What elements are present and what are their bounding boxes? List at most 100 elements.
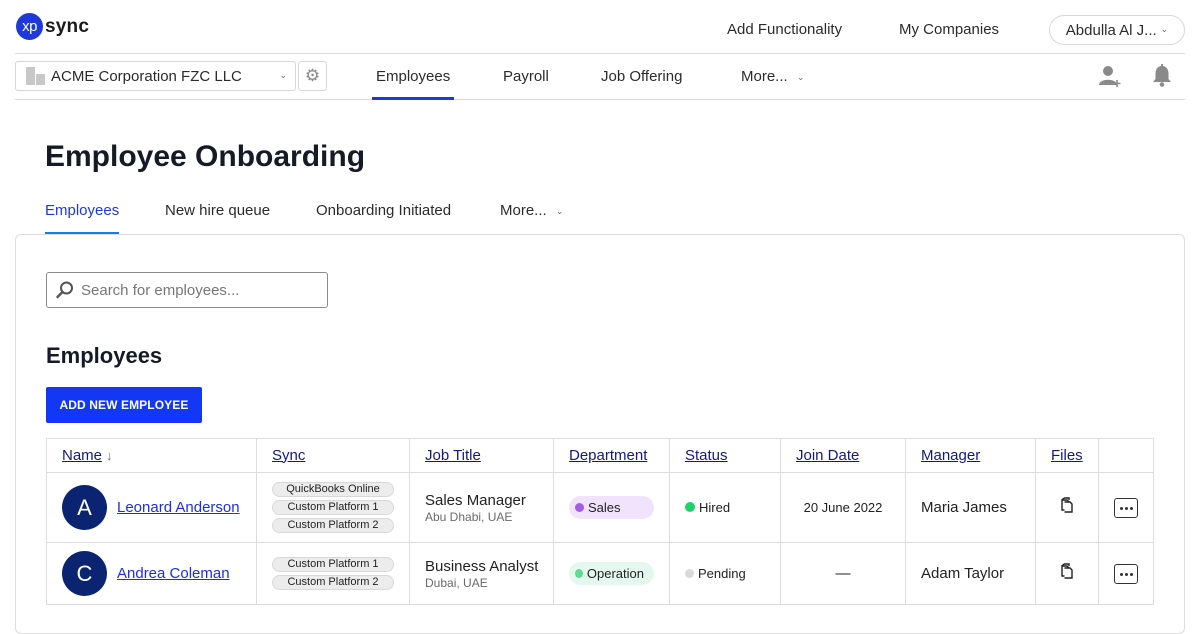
department-label: Sales <box>588 500 621 515</box>
column-header-job-title[interactable]: Job Title <box>409 438 554 473</box>
sort-by-sync-link[interactable]: Sync <box>272 447 305 464</box>
column-header-join-date[interactable]: Join Date <box>780 438 906 473</box>
department-cell: Sales <box>553 472 670 543</box>
column-header-actions <box>1098 438 1154 473</box>
add-user-button[interactable] <box>1098 64 1122 93</box>
status-dot-icon <box>685 569 694 578</box>
job-title: Sales Manager <box>425 491 526 509</box>
job-location: Abu Dhabi, UAE <box>425 509 513 524</box>
nav-tab-more[interactable]: More... ⌄ <box>741 68 804 100</box>
sync-cell: Custom Platform 1 Custom Platform 2 <box>256 542 410 605</box>
search-input[interactable] <box>81 281 311 299</box>
table-row: C Andrea Coleman Custom Platform 1 Custo… <box>46 542 1154 605</box>
top-bar: xp sync Add Functionality My Companies A… <box>15 0 1185 54</box>
building-icon <box>26 67 46 85</box>
arrow-down-icon: ↓ <box>106 447 113 463</box>
company-name: ACME Corporation FZC LLC <box>51 67 242 85</box>
department-badge: Operation <box>569 562 654 585</box>
tab-more-label: More... <box>500 202 547 219</box>
logo-mark: xp <box>16 13 43 40</box>
company-settings-button[interactable]: ⚙ <box>298 61 327 91</box>
column-header-status[interactable]: Status <box>669 438 781 473</box>
sort-by-join-date-link[interactable]: Join Date <box>796 447 859 464</box>
employee-name-link[interactable]: Andrea Coleman <box>117 565 230 582</box>
section-title: Employees <box>46 343 163 368</box>
nav-more-label: More... <box>741 68 788 85</box>
table-header-row: Name ↓ Sync Job Title Department Status J… <box>46 438 1154 473</box>
actions-cell <box>1098 542 1154 605</box>
sync-chip: Custom Platform 2 <box>272 518 394 533</box>
page-title: Employee Onboarding <box>45 140 366 173</box>
more-dot-icon <box>1124 506 1128 510</box>
sync-chip: Custom Platform 2 <box>272 575 394 590</box>
status-label: Pending <box>698 566 746 581</box>
sort-by-name-link[interactable]: Name <box>62 447 102 464</box>
logo[interactable]: xp sync <box>16 13 89 40</box>
actions-cell <box>1098 472 1154 543</box>
sync-chip: Custom Platform 1 <box>272 500 394 515</box>
column-header-name[interactable]: Name ↓ <box>46 438 257 473</box>
department-badge: Sales <box>569 496 654 519</box>
files-cell <box>1035 472 1099 543</box>
job-title: Business Analyst <box>425 557 539 575</box>
employee-name-link[interactable]: Leonard Anderson <box>117 499 240 516</box>
sort-by-status-link[interactable]: Status <box>685 447 728 464</box>
sort-by-department-link[interactable]: Department <box>569 447 647 464</box>
add-functionality-link[interactable]: Add Functionality <box>727 21 842 38</box>
manager-cell: Maria James <box>905 472 1036 543</box>
bell-icon <box>1153 64 1171 87</box>
column-header-manager[interactable]: Manager <box>905 438 1036 473</box>
name-cell: A Leonard Anderson <box>46 472 257 543</box>
files-icon[interactable] <box>1059 496 1075 514</box>
column-header-department[interactable]: Department <box>553 438 670 473</box>
company-select[interactable]: ACME Corporation FZC LLC ⌄ <box>15 61 296 91</box>
logo-text: sync <box>45 15 90 37</box>
chevron-down-icon: ⌄ <box>555 206 564 216</box>
my-companies-link[interactable]: My Companies <box>899 21 999 38</box>
more-dot-icon <box>1119 506 1123 510</box>
chevron-down-icon: ⌄ <box>279 70 287 80</box>
more-dot-icon <box>1129 572 1133 576</box>
sort-by-files-link[interactable]: Files <box>1051 447 1083 464</box>
tab-onboarding-initiated[interactable]: Onboarding Initiated <box>316 202 451 235</box>
notifications-button[interactable] <box>1151 64 1173 93</box>
files-icon[interactable] <box>1059 562 1075 580</box>
sort-by-manager-link[interactable]: Manager <box>921 447 980 464</box>
sync-cell: QuickBooks Online Custom Platform 1 Cust… <box>256 472 410 543</box>
chevron-down-icon: ⌄ <box>1160 23 1169 34</box>
search-field[interactable] <box>46 272 328 308</box>
nav-tab-employees[interactable]: Employees <box>371 68 455 100</box>
job-title-cell: Business Analyst Dubai, UAE <box>409 542 554 605</box>
column-header-sync[interactable]: Sync <box>256 438 410 473</box>
row-actions-button[interactable] <box>1114 564 1138 585</box>
tab-employees[interactable]: Employees <box>45 202 120 235</box>
employees-card: Employees ADD NEW EMPLOYEE Name↓ Sync Jo… <box>15 234 1185 634</box>
status-cell: Pending <box>669 542 781 605</box>
search-icon <box>56 281 73 299</box>
sort-by-job-title-link[interactable]: Job Title <box>425 447 481 464</box>
department-dot-icon <box>575 503 584 512</box>
user-name: Abdulla Al J... <box>1065 21 1157 39</box>
more-dot-icon <box>1129 506 1133 510</box>
more-dot-icon <box>1124 572 1128 576</box>
tab-more[interactable]: More... ⌄ <box>500 202 563 235</box>
status-dot-icon <box>685 502 695 512</box>
nav-tab-job-offering[interactable]: Job Offering <box>601 68 682 100</box>
row-actions-button[interactable] <box>1114 498 1138 519</box>
column-header-files[interactable]: Files <box>1035 438 1099 473</box>
name-cell: C Andrea Coleman <box>46 542 257 605</box>
add-new-employee-button[interactable]: ADD NEW EMPLOYEE <box>46 387 202 423</box>
department-label: Operation <box>586 566 644 581</box>
manager-cell: Adam Taylor <box>905 542 1036 605</box>
department-cell: Operation <box>553 542 670 605</box>
user-menu-button[interactable]: Abdulla Al J... ⌄ <box>1049 15 1185 45</box>
join-date-cell: — <box>780 542 906 605</box>
add-user-icon <box>1099 66 1121 87</box>
department-dot-icon <box>575 569 583 578</box>
nav-tab-payroll[interactable]: Payroll <box>503 68 549 100</box>
table-row: A Leonard Anderson QuickBooks Online Cus… <box>46 472 1154 543</box>
employees-table: Name ↓ Sync Job Title Department Status J… <box>46 438 1154 605</box>
tab-new-hire-queue[interactable]: New hire queue <box>165 202 270 235</box>
files-cell <box>1035 542 1099 605</box>
status-label: Hired <box>699 500 731 515</box>
